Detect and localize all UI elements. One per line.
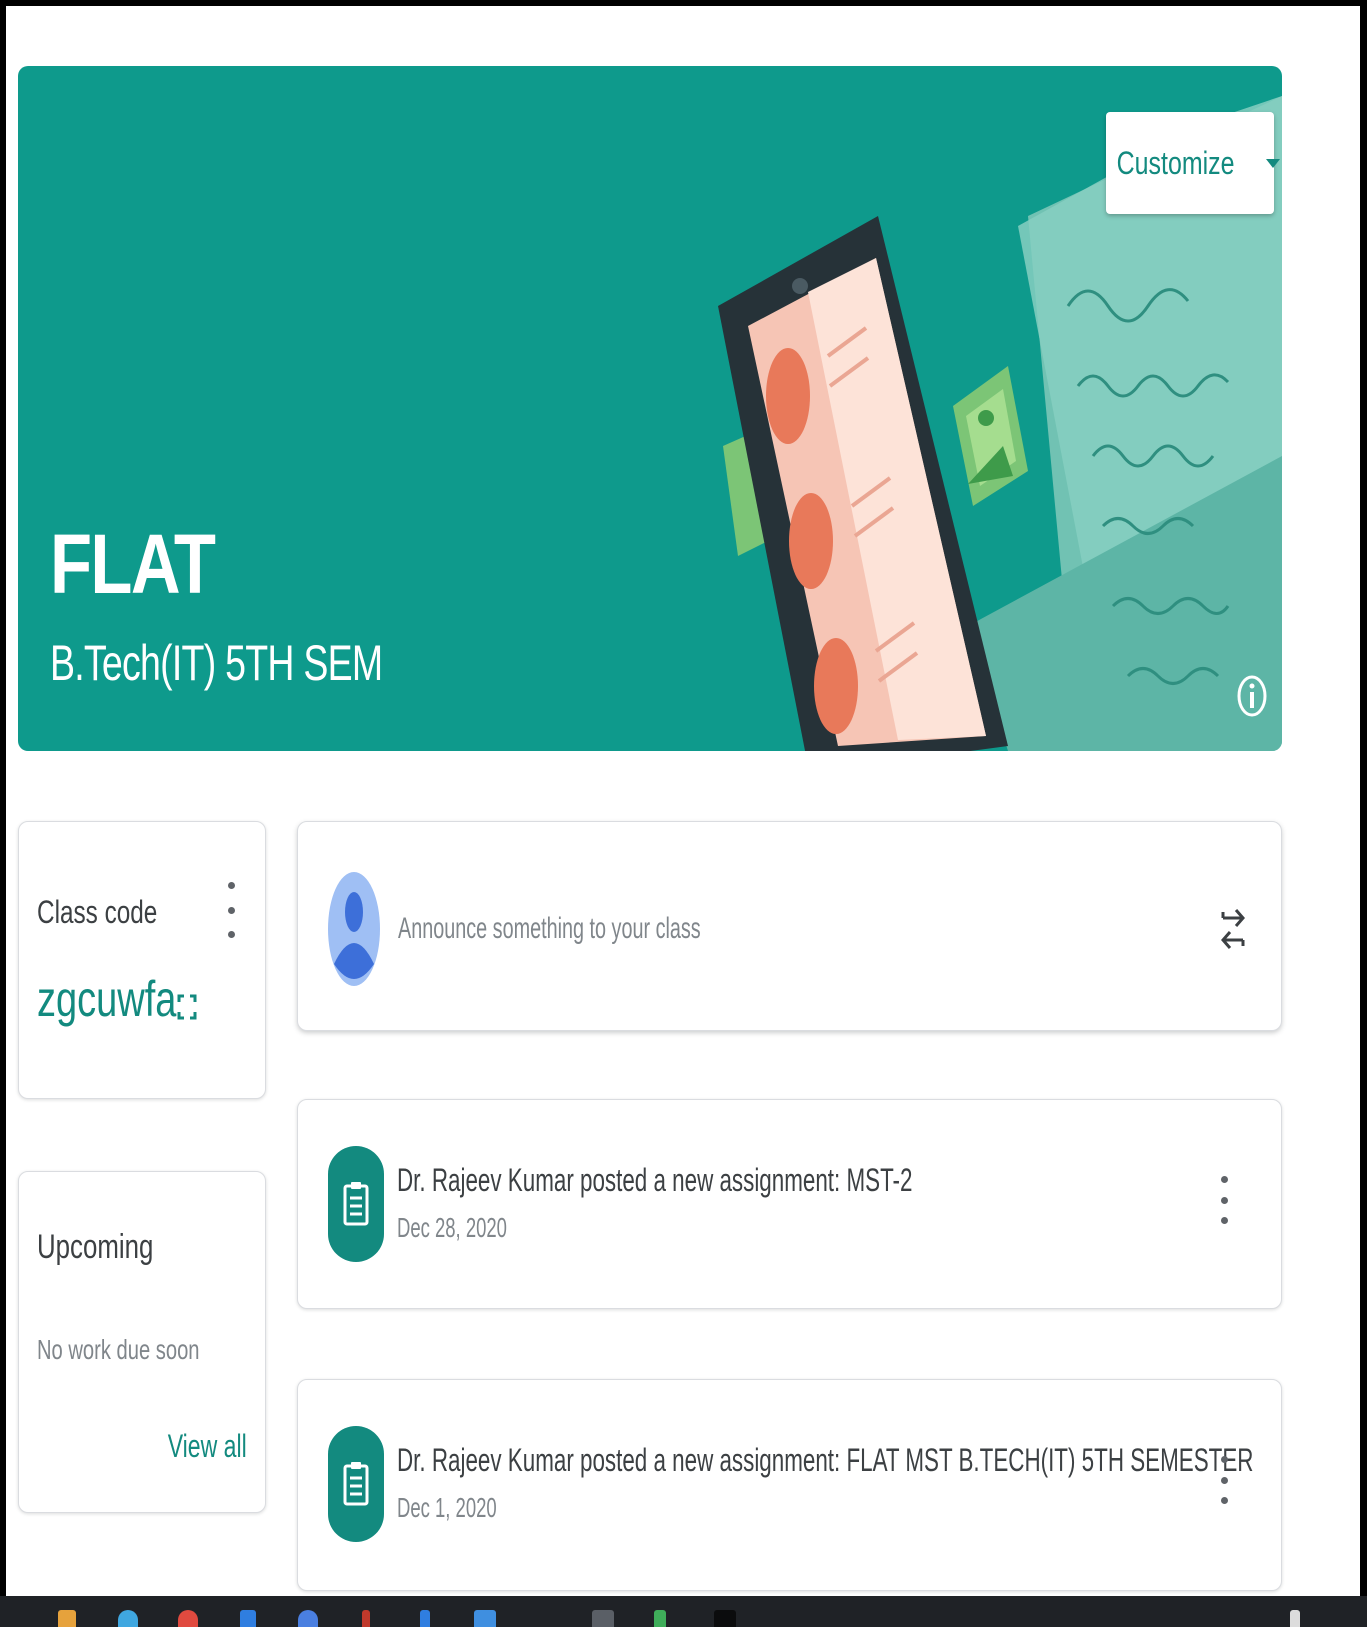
post-title: Dr. Rajeev Kumar posted a new assignment… bbox=[397, 1162, 913, 1198]
post-date: Dec 28, 2020 bbox=[397, 1212, 507, 1243]
repost-icon[interactable] bbox=[1220, 902, 1246, 956]
taskbar-app-icon[interactable] bbox=[420, 1610, 430, 1627]
taskbar-app-icon[interactable] bbox=[474, 1610, 496, 1627]
classroom-window: FLAT B.Tech(IT) 5TH SEM Customize Class … bbox=[6, 6, 1360, 1596]
info-icon[interactable] bbox=[1236, 674, 1268, 718]
stream-post[interactable]: Dr. Rajeev Kumar posted a new assignment… bbox=[297, 1379, 1282, 1591]
view-all-link[interactable]: View all bbox=[168, 1428, 247, 1465]
upcoming-card: Upcoming No work due soon View all bbox=[18, 1171, 266, 1513]
taskbar-app-icon[interactable] bbox=[240, 1610, 256, 1627]
taskbar-app-icon[interactable] bbox=[592, 1610, 614, 1627]
class-section: B.Tech(IT) 5TH SEM bbox=[50, 635, 383, 691]
more-vert-icon[interactable] bbox=[1216, 1176, 1232, 1224]
taskbar-app-icon[interactable] bbox=[1290, 1610, 1300, 1627]
taskbar-app-icon[interactable] bbox=[298, 1610, 318, 1627]
assignment-icon bbox=[328, 1146, 384, 1262]
more-vert-icon[interactable] bbox=[223, 882, 239, 938]
class-code-value: zgcuwfa bbox=[37, 971, 177, 1027]
post-date: Dec 1, 2020 bbox=[397, 1492, 497, 1523]
upcoming-empty-text: No work due soon bbox=[37, 1334, 200, 1365]
customize-label: Customize bbox=[1117, 144, 1235, 181]
announce-placeholder: Announce something to your class bbox=[398, 912, 701, 945]
taskbar-app-icon[interactable] bbox=[714, 1610, 736, 1627]
more-vert-icon[interactable] bbox=[1216, 1456, 1232, 1504]
taskbar-app-icon[interactable] bbox=[118, 1610, 138, 1627]
class-banner: FLAT B.Tech(IT) 5TH SEM Customize bbox=[18, 66, 1282, 751]
assignment-icon bbox=[328, 1426, 384, 1542]
post-title: Dr. Rajeev Kumar posted a new assignment… bbox=[397, 1442, 1254, 1478]
stream-post[interactable]: Dr. Rajeev Kumar posted a new assignment… bbox=[297, 1099, 1282, 1309]
taskbar-app-icon[interactable] bbox=[362, 1610, 370, 1627]
class-code-heading: Class code bbox=[37, 894, 158, 930]
class-code-card: Class code zgcuwfa bbox=[18, 821, 266, 1099]
caret-down-icon bbox=[1265, 158, 1280, 168]
fullscreen-icon[interactable] bbox=[177, 994, 197, 1020]
announce-box[interactable]: Announce something to your class bbox=[297, 821, 1282, 1031]
customize-button[interactable]: Customize bbox=[1106, 112, 1280, 214]
taskbar-app-icon[interactable] bbox=[654, 1610, 666, 1627]
taskbar-app-icon[interactable] bbox=[178, 1610, 198, 1627]
taskbar bbox=[0, 1596, 1367, 1627]
taskbar-app-icon[interactable] bbox=[58, 1610, 76, 1627]
upcoming-heading: Upcoming bbox=[37, 1228, 154, 1266]
class-title: FLAT bbox=[50, 517, 216, 611]
avatar-icon bbox=[328, 872, 380, 986]
